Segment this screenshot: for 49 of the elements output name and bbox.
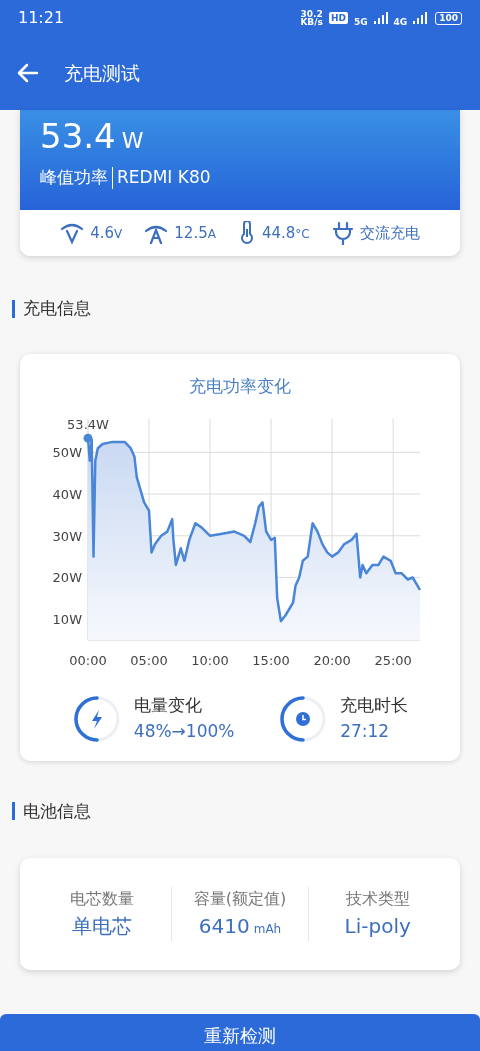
summary-value: 48%→100% xyxy=(133,719,235,743)
signal-icon xyxy=(373,12,388,24)
peak-power-label: 峰值功率 xyxy=(40,165,108,189)
battery-indicator: 100 xyxy=(435,11,462,25)
battery-info-value: 单电芯 xyxy=(72,913,133,940)
y-tick-label: 20W xyxy=(52,570,82,586)
x-tick-label: 00:00 xyxy=(69,653,107,668)
chart-title: 充电功率变化 xyxy=(189,374,291,398)
battery-info-label: 技术类型 xyxy=(345,888,410,910)
signal-icon xyxy=(413,12,428,24)
y-tick-label: 40W xyxy=(52,487,82,503)
summary-value: 27:12 xyxy=(340,719,391,743)
battery-info-value: Li-poly xyxy=(344,913,411,940)
stat-value: 交流充电 xyxy=(359,222,420,244)
network-speed: 30.2 xyxy=(300,10,323,18)
stat-value: 4.6V xyxy=(90,222,123,244)
battery-info-label: 容量(额定值) xyxy=(193,888,287,910)
peak-label: 53.4W xyxy=(67,417,109,433)
peak-marker xyxy=(83,433,93,443)
x-tick-label: 25:00 xyxy=(374,653,412,668)
speed-unit: KB/s xyxy=(300,18,323,26)
network-label: 5G xyxy=(353,15,368,29)
x-tick-label: 10:00 xyxy=(191,653,229,668)
battery-info-value: 6410 mAh xyxy=(198,913,282,940)
voltage-icon xyxy=(60,222,85,244)
page-title: 充电测试 xyxy=(64,60,140,86)
section-title: 充电信息 xyxy=(23,297,91,320)
section-title: 电池信息 xyxy=(23,799,91,823)
plug-icon xyxy=(331,221,354,245)
device-name: REDMI K80 xyxy=(117,165,211,189)
peak-power-value: 53.4 xyxy=(40,115,116,156)
x-tick-label: 05:00 xyxy=(130,653,168,668)
stat-value: 12.5A xyxy=(174,222,216,244)
stat-value: 44.8°C xyxy=(261,222,310,244)
back-button[interactable] xyxy=(16,61,40,85)
status-time: 11:21 xyxy=(18,7,65,29)
battery-info-label: 电芯数量 xyxy=(70,888,135,910)
summary-label: 电量变化 xyxy=(133,694,203,717)
lightning-ring-icon xyxy=(71,693,122,744)
power-unit: W xyxy=(121,126,144,155)
x-tick-label: 15:00 xyxy=(252,653,290,668)
y-tick-label: 10W xyxy=(52,612,82,628)
x-tick-label: 20:00 xyxy=(313,653,351,668)
retest-button[interactable]: 重新检测 xyxy=(0,1014,480,1051)
hd-badge: HD xyxy=(328,12,348,24)
y-tick-label: 50W xyxy=(52,445,82,461)
network-label: 4G xyxy=(393,15,408,29)
summary-label: 充电时长 xyxy=(340,694,409,717)
y-tick-label: 30W xyxy=(52,528,82,544)
